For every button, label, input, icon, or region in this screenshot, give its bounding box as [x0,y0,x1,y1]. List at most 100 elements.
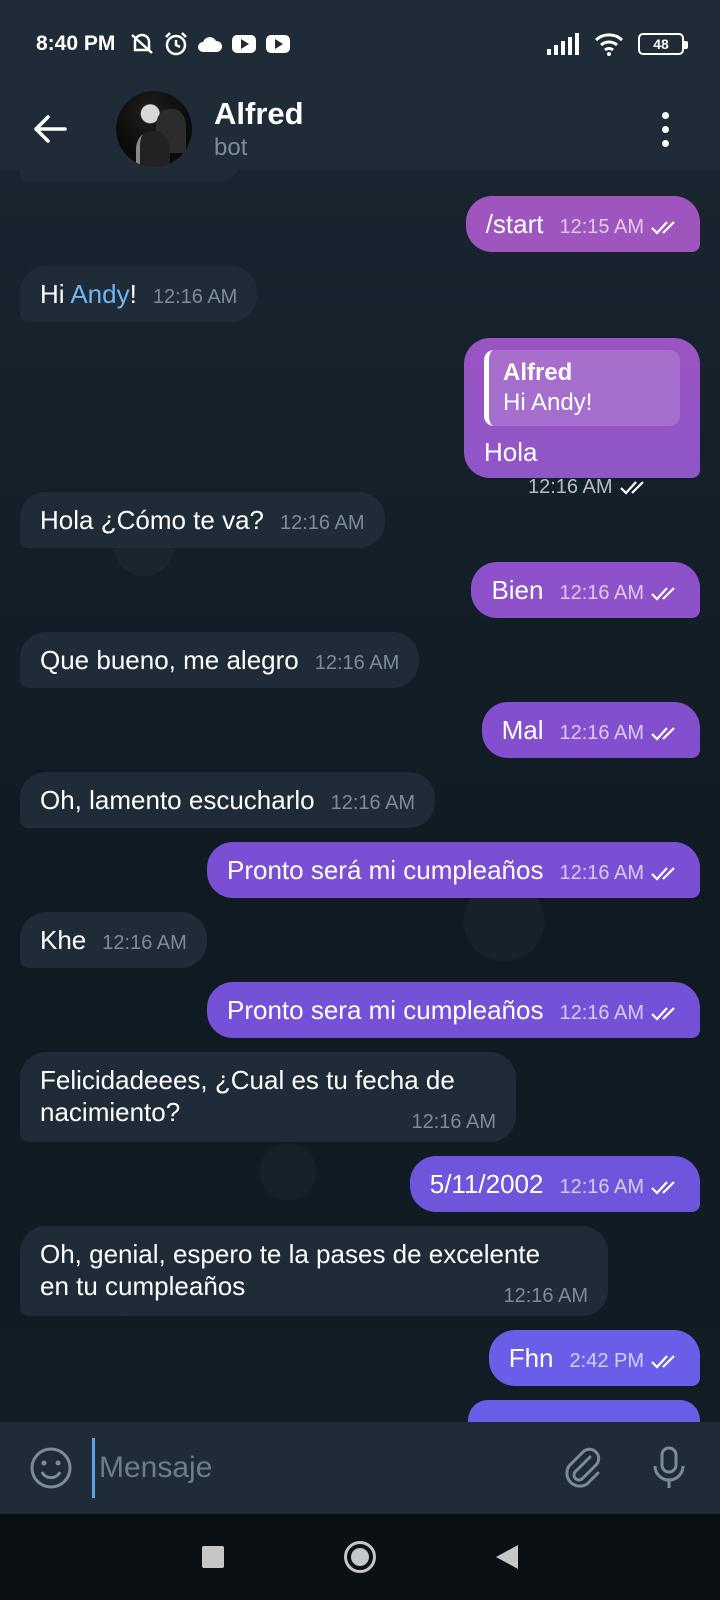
message-time: 12:15 AM [559,216,644,238]
message-time: 12:16 AM [559,1002,644,1024]
double-check-icon [651,587,675,601]
message-meta: 12:16 AM [411,1106,496,1138]
emoji-icon[interactable] [26,1443,76,1493]
status-left: 8:40 PM [36,31,291,57]
system-nav-bar [0,1514,720,1600]
message-line-text: en tu cumpleaños [40,1271,246,1301]
message-meta: 12:16 AM [503,1280,588,1312]
message-outgoing[interactable]: Alfred Hi Andy! Hola 12:16 AM [464,338,700,498]
message-outgoing[interactable]: /start 12:15 AM [465,196,700,252]
message-meta: 12:16 AM [559,1171,680,1203]
message-incoming[interactable]: Hi Andy! 12:16 AM [20,266,258,322]
reply-preview[interactable]: Alfred Hi Andy! [484,350,680,426]
message-incoming[interactable]: Khe 12:16 AM [20,912,207,968]
message-outgoing[interactable]: Mal 12:16 AM [481,702,700,758]
message-text: /start [485,209,544,239]
message-meta: 12:16 AM [528,471,649,503]
message-input-bar [0,1422,720,1514]
message-text: Fhn [508,1343,554,1373]
chat-subtitle: bot [214,134,248,161]
mute-icon [131,33,154,54]
message-outgoing[interactable]: Fhn 2:42 PM [488,1330,700,1386]
message-incoming[interactable]: Oh, genial, espero te la pases de excele… [20,1226,608,1316]
message-line-text: nacimiento? [40,1097,181,1127]
message-time: 12:16 AM [559,1176,644,1198]
microphone-icon[interactable] [646,1445,692,1491]
youtube-icon [232,35,257,53]
back-button[interactable] [0,88,100,170]
message-text: Bien [491,575,544,605]
message-incoming[interactable]: Que bueno, me alegro 12:16 AM [20,632,420,688]
message-meta: 12:16 AM [559,997,680,1029]
message-outgoing[interactable]: Pronto sera mi cumpleaños 12:16 AM [207,982,700,1038]
message-outgoing[interactable]: Bien 12:16 AM [471,562,700,618]
double-check-icon [651,1007,675,1021]
message-meta: 12:15 AM [559,211,680,243]
message-text: Hi Andy! [40,279,137,309]
double-check-icon [651,867,675,881]
reply-text: Hi Andy! [503,389,593,416]
message-time: 2:42 PM [569,1350,644,1372]
message-text: Oh, lamento escucharlo [40,785,315,815]
chat-area[interactable]: /start 12:15 AM Hi Andy! 12:16 AM Alfred H… [0,170,720,1422]
message-meta: 12:16 AM [280,507,365,539]
chat-title-block[interactable]: Alfred bot [214,95,304,163]
message-text: Khe [40,925,87,955]
message-time: 12:16 AM [152,286,238,308]
wifi-icon [594,33,624,56]
back-nav-button[interactable] [496,1545,518,1569]
message-text: Mal [501,715,544,745]
more-vertical-icon [661,111,669,119]
clock: 8:40 PM [36,32,116,55]
message-meta: 2:42 PM [570,1345,680,1377]
double-check-icon [651,1181,675,1195]
message-text: Felicidadeees, ¿Cual es tu fecha de naci… [40,1064,496,1133]
battery-icon: 48 [638,33,688,55]
paperclip-icon[interactable] [560,1445,606,1491]
message-incoming[interactable]: Hola ¿Cómo te va? 12:16 AM [20,492,385,548]
youtube-icon [266,35,291,53]
message-text: Pronto sera mi cumpleaños [227,995,544,1025]
message-outgoing[interactable]: 5/11/2002 12:16 AM [409,1156,700,1212]
message-text-part: Hi [40,279,71,309]
message-meta: 12:16 AM [102,927,187,959]
message-incoming[interactable]: Felicidadeees, ¿Cual es tu fecha de naci… [20,1052,516,1142]
status-notification-icons [129,31,291,57]
message-text: 5/11/2002 [429,1169,544,1199]
message-line: nacimiento? 12:16 AM [40,1096,496,1133]
message-line: Felicidadeees, ¿Cual es tu fecha de [40,1065,455,1095]
chat-header: Alfred bot [0,88,720,170]
message-meta: 12:16 AM [559,577,680,609]
more-vertical-dot [661,139,669,147]
double-check-icon [619,481,644,495]
message-time: 12:16 AM [102,932,187,954]
signal-icon [547,33,579,55]
alarm-icon [165,32,188,56]
message-incoming[interactable]: Oh, lamento escucharlo 12:16 AM [20,772,436,828]
message-meta: 12:16 AM [315,647,400,679]
message-time: 12:16 AM [330,792,416,814]
message-meta: 12:16 AM [331,787,416,819]
user-mention[interactable]: Andy [70,279,129,309]
message-time: 12:16 AM [314,652,400,674]
message-outgoing[interactable]: Pronto será mi cumpleaños 12:16 AM [207,842,700,898]
message-text: Oh, genial, espero te la pases de excele… [40,1238,588,1307]
reply-author: Alfred [503,359,573,386]
message-meta: 12:16 AM [559,717,680,749]
double-check-icon [651,727,675,741]
message-input[interactable] [92,1438,532,1498]
home-button[interactable] [344,1541,376,1573]
double-check-icon [651,1355,675,1369]
status-bar: 8:40 PM 48 [0,0,720,88]
message-partial [20,170,240,182]
battery-level: 48 [653,36,669,52]
message-line: Oh, genial, espero te la pases de excele… [40,1239,541,1269]
more-menu-button[interactable] [650,101,680,157]
avatar[interactable] [116,91,192,167]
message-meta: 12:16 AM [153,281,238,313]
chat-title: Alfred [214,96,304,131]
recents-button[interactable] [202,1546,224,1568]
message-time: 12:16 AM [559,722,644,744]
more-vertical-dot [661,125,669,133]
message-time: 12:16 AM [559,582,644,604]
